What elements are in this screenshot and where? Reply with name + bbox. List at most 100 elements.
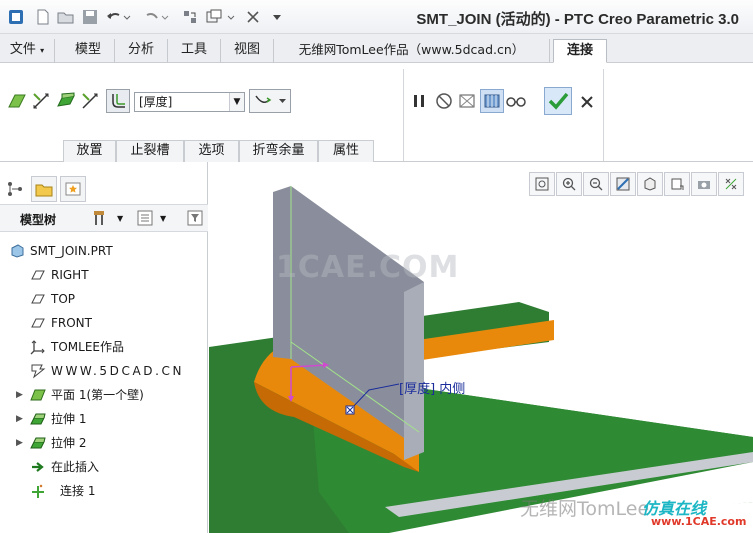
tree-item-plane1[interactable]: ▶ 平面 1(第一个壁) [0,384,208,406]
join-icon [30,483,46,499]
zoom-in-icon[interactable] [556,172,582,196]
tree-item-label: 连接 1 [60,484,96,498]
extrude-icon [30,411,46,427]
view-manager-icon[interactable] [691,172,717,196]
tree-item-label: SMT_JOIN.PRT [30,244,113,258]
bend-side-select[interactable] [249,89,291,113]
zoom-out-icon[interactable] [583,172,609,196]
flip-second-icon[interactable] [79,90,101,112]
model-tree-toolbar: 模型树 ▼ ▼ [0,204,208,232]
favorites-tab-icon[interactable] [60,176,86,202]
expand-arrow-icon[interactable]: ▶ [16,384,23,406]
subtab-placement[interactable]: 放置 [63,140,116,162]
title-bar: SMT_JOIN (活动的) - PTC Creo Parametric 3.0 [0,0,753,34]
no-preview-icon[interactable] [433,90,455,112]
ribbon-subtabs: 放置 止裂槽 选项 折弯余量 属性 [63,140,374,162]
glasses-icon[interactable] [505,90,527,112]
datum-display-icon[interactable] [718,172,744,196]
tab-model[interactable]: 模型 [62,39,115,63]
thickness-select[interactable]: [厚度] ▼ [134,92,245,112]
tree-tab-icon[interactable] [2,176,28,202]
tab-file-label: 文件 [9,42,36,57]
tree-item-label: TOP [51,292,76,306]
sheetmetal-wall-icon [30,387,46,403]
tree-item-label: 在此插入 [51,460,100,474]
extrude-icon [30,435,46,451]
flip-direction-icon[interactable] [30,90,52,112]
saved-orientations-icon[interactable] [664,172,690,196]
bend-radius-icon[interactable] [106,89,130,113]
folder-tab-icon[interactable] [31,176,57,202]
tree-item-extrude1[interactable]: ▶ 拉伸 1 [0,408,208,430]
insert-here-icon [30,459,46,475]
tree-item-insert-here[interactable]: 在此插入 [0,456,208,478]
wall-surface-icon[interactable] [6,90,28,112]
coordinate-system-icon [30,339,46,355]
tree-item-join1[interactable]: 连接 1 [0,480,208,502]
tab-analysis[interactable]: 分析 [115,39,168,63]
tree-item-front[interactable]: FRONT [0,312,208,334]
subtab-bend-allowance[interactable]: 折弯余量 [239,140,318,162]
tab-file[interactable]: 文件 ▾ [0,39,55,63]
tree-item-label: 拉伸 2 [51,436,87,450]
tab-tomlee[interactable]: 无维网TomLee作品（www.5dcad.cn） [274,39,550,63]
model-tree-title: 模型树 [20,213,57,227]
filter-icon[interactable] [186,209,204,227]
tree-item-www[interactable]: WWW.5DCAD.CN [0,360,208,382]
x-icon[interactable] [576,91,598,113]
display-style-icon[interactable] [637,172,663,196]
model-tree-panel: 模型树 ▼ ▼ SMT_JOIN.PRT RIGHT TOP FRONT TOM… [0,162,208,533]
subtab-relief[interactable]: 止裂槽 [116,140,184,162]
tab-join[interactable]: 连接 [553,39,607,63]
footer-watermark: 无维网TomLee [520,498,650,520]
ribbon-tab-bar: 文件 ▾ 模型 分析 工具 视图 无维网TomLee作品（www.5dcad.c… [0,34,753,63]
tree-item-right[interactable]: RIGHT [0,264,208,286]
tab-view[interactable]: 视图 [221,39,274,63]
repaint-icon[interactable] [610,172,636,196]
tree-item-label: WWW.5DCAD.CN [51,364,185,378]
checkmark-icon[interactable] [544,87,572,115]
footer-url: www.1CAE.com [651,515,747,528]
chevron-down-icon: ▾ [40,46,45,55]
subtab-properties[interactable]: 属性 [318,140,374,162]
view-toolbar [529,172,753,196]
csys-label-icon [30,363,46,379]
watermark-text: 1CAE.COM [276,250,460,285]
expand-arrow-icon[interactable]: ▶ [16,432,23,454]
part-icon [9,243,25,259]
tree-item-label: RIGHT [51,268,89,282]
model-graphics[interactable] [209,162,753,533]
show-options-icon[interactable] [136,209,156,227]
tree-item-label: FRONT [51,316,92,330]
tree-item-top[interactable]: TOP [0,288,208,310]
tree-item-label: TOMLEE作品 [51,340,124,354]
subtab-options[interactable]: 选项 [184,140,239,162]
graphics-viewport[interactable]: 1CAE.COM [209,162,753,533]
verify-preview-icon[interactable] [480,89,504,113]
chevron-down-icon[interactable]: ▼ [160,214,166,223]
tree-item-label: 平面 1(第一个壁) [51,388,144,402]
thickness-select-value: [厚度] [139,95,173,109]
ribbon-separator [403,69,404,161]
tree-item-part[interactable]: SMT_JOIN.PRT [0,240,208,262]
separate-preview-icon[interactable] [456,90,478,112]
datum-plane-icon [30,315,46,331]
expand-arrow-icon[interactable]: ▶ [16,408,23,430]
join-ribbon: [厚度] ▼ 放置 止裂槽 选项 折弯余量 属性 [0,63,753,162]
settings-tools-icon[interactable] [92,209,112,227]
chevron-down-icon[interactable]: ▼ [229,93,244,111]
datum-plane-icon [30,291,46,307]
tree-item-tomlee[interactable]: TOMLEE作品 [0,336,208,358]
chevron-down-icon[interactable]: ▼ [117,214,123,223]
tree-item-extrude2[interactable]: ▶ 拉伸 2 [0,432,208,454]
panel-tabs [0,162,208,204]
dimension-label[interactable]: [厚度] 内侧 [399,378,465,397]
tree-item-label: 拉伸 1 [51,412,87,426]
window-title: SMT_JOIN (活动的) - PTC Creo Parametric 3.0 [416,11,739,28]
pause-icon[interactable] [408,90,430,112]
datum-plane-icon [30,267,46,283]
ribbon-separator [603,69,604,161]
tab-tools[interactable]: 工具 [168,39,221,63]
wall-green-icon[interactable] [55,90,77,112]
refit-icon[interactable] [529,172,555,196]
